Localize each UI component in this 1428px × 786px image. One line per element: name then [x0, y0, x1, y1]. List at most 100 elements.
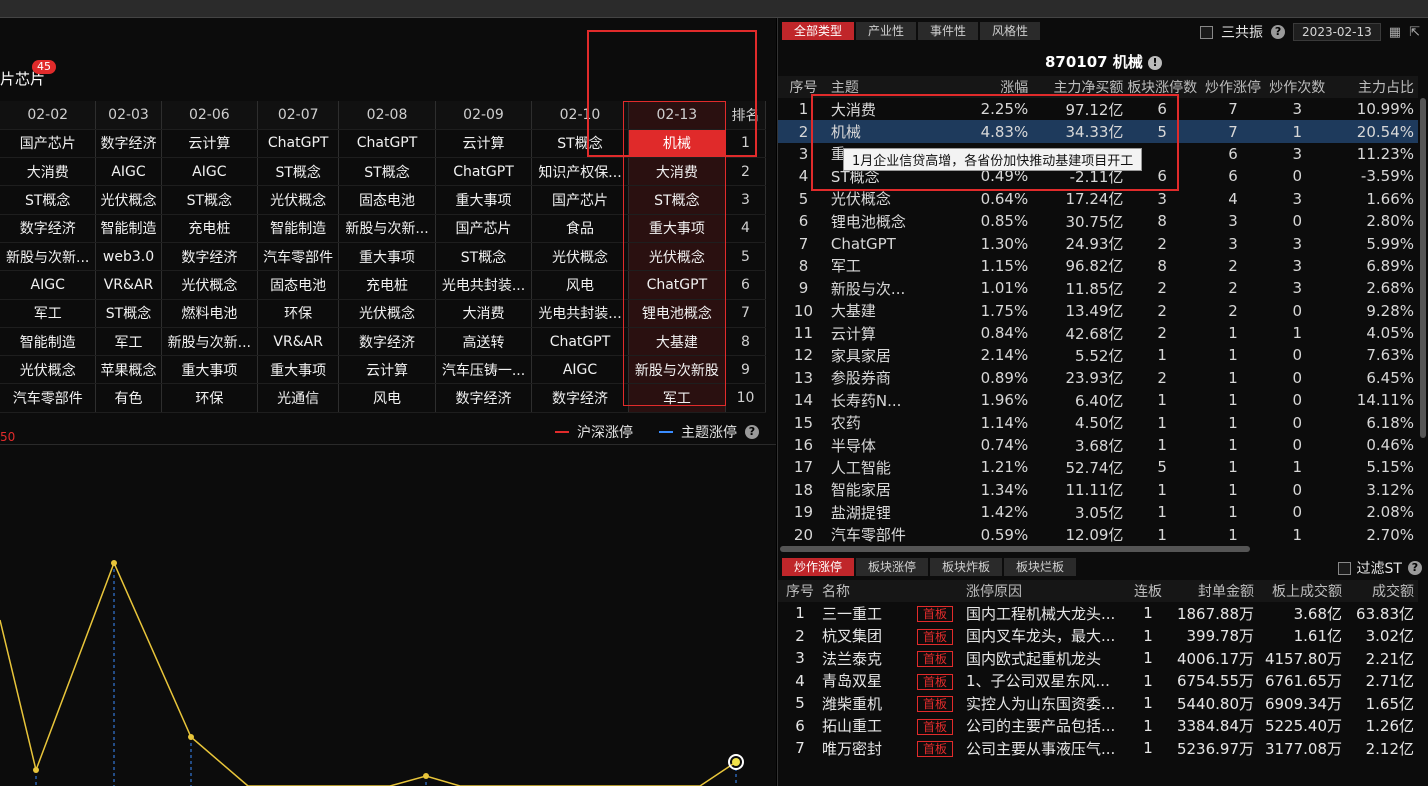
theme-cell[interactable]: 风电	[531, 270, 629, 300]
theme-cell[interactable]: 数字经济	[0, 214, 97, 243]
date-header[interactable]: 02-06	[161, 101, 259, 130]
stock-row[interactable]: 1 三一重工 首板 国内工程机械大龙头... 1 1867.88万 3.68亿 63.83亿	[778, 602, 1418, 625]
tab-sector-limit[interactable]: 板块涨停	[856, 558, 929, 576]
col-seal-amount[interactable]: 封单金额	[1166, 580, 1254, 602]
theme-name-cell[interactable]: 农药	[829, 411, 960, 433]
col-name[interactable]: 名称	[822, 580, 904, 602]
theme-row[interactable]: 8 军工 1.15% 96.82亿 8 2 3 6.89%	[778, 255, 1418, 277]
theme-row[interactable]: 19 盐湖提锂 1.42% 3.05亿 1 1 0 2.08%	[778, 501, 1418, 523]
theme-cell[interactable]: 智能制造	[0, 327, 97, 357]
theme-cell[interactable]: 汽车零部件	[0, 383, 97, 413]
info-icon[interactable]: !	[1148, 55, 1163, 70]
theme-cell[interactable]: 大消费	[435, 299, 533, 328]
theme-cell[interactable]: 大消费	[628, 157, 727, 187]
date-picker[interactable]: 2023-02-13	[1293, 23, 1381, 41]
theme-cell[interactable]: 环保	[257, 299, 340, 328]
reason-cell[interactable]: 公司的主要产品包括...	[966, 715, 1130, 738]
data-point[interactable]	[111, 560, 117, 566]
theme-cell[interactable]: AIGC	[0, 270, 97, 300]
stock-row[interactable]: 7 唯万密封 首板 公司主要从事液压气... 1 5236.97万 3177.08万 2.12…	[778, 737, 1418, 760]
theme-cell[interactable]: 国产芯片	[435, 214, 533, 243]
date-header[interactable]: 02-03	[95, 101, 162, 130]
theme-cell[interactable]: AIGC	[95, 157, 162, 187]
theme-row[interactable]: 6 锂电池概念 0.85% 30.75亿 8 3 0 2.80%	[778, 210, 1418, 232]
theme-cell[interactable]: VR&AR	[257, 327, 340, 357]
theme-cell[interactable]: 光伏概念	[161, 270, 259, 300]
theme-name-cell[interactable]: 盐湖提锂	[829, 501, 960, 523]
theme-cell[interactable]: 光伏概念	[0, 355, 97, 385]
theme-cell[interactable]: 新股与次新股	[628, 355, 727, 385]
theme-name-cell[interactable]: 长寿药N...	[829, 389, 960, 411]
col-volume[interactable]: 成交额	[1342, 580, 1418, 602]
theme-name-cell[interactable]: 汽车零部件	[829, 523, 960, 545]
theme-cell[interactable]: 汽车压铸一...	[435, 355, 533, 385]
reason-cell[interactable]: 国内欧式起重机龙头	[966, 647, 1130, 670]
theme-row[interactable]: 13 参股券商 0.89% 23.93亿 2 1 0 6.45%	[778, 367, 1418, 389]
col-theme[interactable]: 主题	[828, 76, 960, 98]
filter-st-checkbox[interactable]	[1337, 561, 1351, 575]
theme-cell[interactable]: 充电桩	[161, 214, 259, 243]
stock-name-cell[interactable]: 潍柴重机	[822, 692, 904, 715]
theme-cell[interactable]: ST概念	[531, 129, 629, 159]
theme-cell[interactable]: 数字经济	[95, 129, 162, 159]
theme-cell[interactable]: 军工	[628, 383, 727, 413]
theme-cell[interactable]: 充电桩	[338, 270, 436, 300]
theme-name-cell[interactable]: 锂电池概念	[829, 210, 960, 232]
theme-cell[interactable]: 光伏概念	[628, 242, 727, 272]
theme-cell[interactable]: 光伏概念	[531, 242, 629, 272]
data-point[interactable]	[423, 773, 429, 779]
help-icon[interactable]: ?	[745, 425, 759, 439]
theme-cell[interactable]: 智能制造	[95, 214, 162, 243]
theme-cell[interactable]: 智能制造	[257, 214, 340, 243]
theme-cell[interactable]: AIGC	[531, 355, 629, 385]
stock-row[interactable]: 3 法兰泰克 首板 国内欧式起重机龙头 1 4006.17万 4157.80万 2.21亿	[778, 647, 1418, 670]
theme-name-cell[interactable]: 光伏概念	[829, 188, 960, 210]
theme-cell[interactable]: 云计算	[338, 355, 436, 385]
date-header[interactable]: 02-09	[435, 101, 533, 130]
theme-cell[interactable]: 固态电池	[338, 185, 436, 215]
reason-cell[interactable]: 国内工程机械大龙头...	[966, 602, 1130, 625]
theme-row[interactable]: 9 新股与次... 1.01% 11.85亿 2 2 3 2.68%	[778, 277, 1418, 299]
theme-cell[interactable]: ST概念	[161, 185, 259, 215]
stock-row[interactable]: 6 拓山重工 首板 公司的主要产品包括... 1 3384.84万 5225.40万 1.26…	[778, 715, 1418, 738]
theme-name-cell[interactable]: 半导体	[829, 434, 960, 456]
theme-cell[interactable]: 新股与次新...	[338, 214, 436, 243]
theme-cell[interactable]: 光伏概念	[95, 185, 162, 215]
theme-cell[interactable]: ST概念	[95, 299, 162, 328]
theme-row[interactable]: 16 半导体 0.74% 3.68亿 1 1 0 0.46%	[778, 434, 1418, 456]
reason-cell[interactable]: 国内叉车龙头，最大...	[966, 625, 1130, 648]
theme-cell[interactable]: 国产芯片	[531, 185, 629, 215]
theme-cell[interactable]: 云计算	[435, 129, 533, 159]
theme-name-cell[interactable]: 大消费	[829, 98, 960, 120]
stock-name-cell[interactable]: 青岛双星	[822, 670, 904, 693]
help-icon[interactable]: ?	[1408, 561, 1422, 575]
theme-cell[interactable]: 军工	[0, 299, 97, 328]
col-hype-times[interactable]: 炒作次数	[1265, 76, 1330, 98]
theme-name-cell[interactable]: 机械	[828, 120, 960, 143]
theme-cell[interactable]: 重大事项	[338, 242, 436, 272]
theme-cell[interactable]: 重大事项	[628, 214, 727, 243]
theme-cell[interactable]: 军工	[95, 327, 162, 357]
theme-cell[interactable]: 有色	[95, 383, 162, 413]
theme-row[interactable]: 2 机械 4.83% 34.33亿 5 7 1 20.54%	[778, 120, 1418, 143]
tab-event[interactable]: 事件性	[918, 22, 979, 40]
theme-row[interactable]: 10 大基建 1.75% 13.49亿 2 2 0 9.28%	[778, 300, 1418, 322]
tab-industry[interactable]: 产业性	[856, 22, 917, 40]
theme-cell[interactable]: AIGC	[161, 157, 259, 187]
stock-name-cell[interactable]: 拓山重工	[822, 715, 904, 738]
theme-cell[interactable]: web3.0	[95, 242, 162, 272]
theme-cell[interactable]: ChatGPT	[338, 129, 436, 159]
data-point[interactable]	[188, 734, 194, 740]
theme-cell[interactable]: 机械	[628, 129, 727, 159]
theme-name-cell[interactable]: 参股券商	[829, 367, 960, 389]
col-net-buy[interactable]: 主力净买额	[1028, 76, 1124, 98]
col-hype-limit[interactable]: 炒作涨停	[1200, 76, 1266, 98]
theme-cell[interactable]: 新股与次新...	[0, 242, 97, 272]
stock-name-cell[interactable]: 法兰泰克	[822, 647, 904, 670]
stock-name-cell[interactable]: 三一重工	[822, 602, 904, 625]
theme-name-cell[interactable]: 军工	[829, 255, 960, 277]
theme-cell[interactable]: ST概念	[0, 185, 97, 215]
col-main-ratio[interactable]: 主力占比	[1329, 76, 1418, 98]
theme-cell[interactable]: 光通信	[257, 383, 340, 413]
theme-cell[interactable]: 苹果概念	[95, 355, 162, 385]
